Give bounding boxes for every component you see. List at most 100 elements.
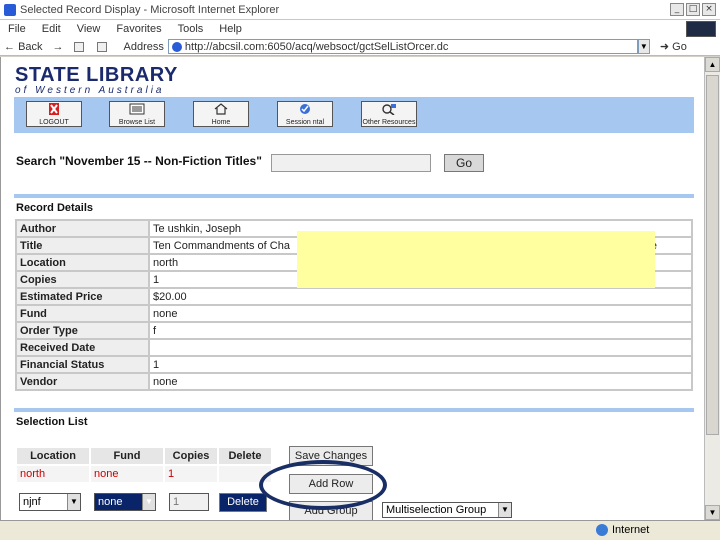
other-resources-label: Other Resources — [362, 119, 416, 126]
maximize-button[interactable]: □ — [686, 3, 700, 16]
logo-title-library: LIBRARY — [86, 64, 178, 86]
menu-view[interactable]: View — [77, 23, 101, 35]
scroll-down-icon[interactable]: ▼ — [705, 505, 720, 520]
col-fund: Fund — [89, 446, 165, 466]
security-zone: Internet — [596, 524, 649, 536]
close-button[interactable]: × — [702, 3, 716, 16]
row-location: north — [15, 464, 91, 484]
window-title: Selected Record Display - Microsoft Inte… — [20, 3, 280, 16]
table-row: Order Type f — [15, 321, 693, 340]
search-row: Search "November 15 -- Non-Fiction Title… — [16, 154, 262, 168]
table-row: Fund none — [15, 304, 693, 323]
scroll-thumb[interactable] — [706, 75, 719, 435]
table-row: Vendor none — [15, 372, 693, 391]
field-value: $20.00 — [148, 287, 693, 306]
logout-x-icon — [49, 103, 59, 115]
field-value — [148, 338, 693, 357]
browse-list-label: Browse List — [118, 119, 156, 126]
record-details-title: Record Details — [16, 202, 94, 214]
home-label: Home — [211, 119, 231, 126]
search-label: Search "November 15 -- Non-Fiction Title… — [16, 154, 262, 168]
refresh-button[interactable] — [96, 41, 110, 52]
location-select-value: njnf — [23, 496, 41, 508]
menu-edit[interactable]: Edit — [42, 23, 61, 35]
table-row: Received Date — [15, 338, 693, 357]
status-bar: Internet — [0, 520, 720, 540]
field-label: Fund — [15, 304, 150, 323]
forward-arrow-icon: → — [52, 40, 64, 53]
col-delete: Delete — [217, 446, 273, 466]
logo-title-state: STATE — [15, 64, 87, 86]
back-button[interactable]: ← Back — [4, 41, 43, 53]
field-label: Author — [15, 219, 150, 238]
field-label: Location — [15, 253, 150, 272]
chevron-down-icon: ▼ — [67, 494, 80, 510]
window-controls: _ □ × — [670, 3, 716, 16]
menu-favorites[interactable]: Favorites — [116, 23, 161, 35]
ie-logo-icon — [4, 3, 16, 16]
title-value: Ten Commandments of Cha — [153, 239, 290, 252]
field-value: none — [148, 372, 693, 391]
menu-help[interactable]: Help — [219, 23, 242, 35]
refresh-icon — [96, 41, 107, 52]
search-input[interactable] — [271, 154, 431, 172]
row-fund: none — [89, 464, 165, 484]
copies-input[interactable]: 1 — [169, 493, 209, 511]
delete-button[interactable]: Delete — [219, 493, 267, 512]
address-label: Address — [123, 40, 164, 53]
session-label: Session ntal — [285, 119, 325, 126]
windows-logo-icon — [686, 21, 716, 37]
selection-list-title: Selection List — [16, 416, 88, 428]
other-resources-button[interactable]: Other Resources — [361, 101, 417, 127]
home-icon — [214, 103, 228, 115]
address-url: http://abcsil.com:6050/acq/websoct/gctSe… — [184, 40, 449, 53]
page-content: STATE LIBRARY of Western Australia LOGOU… — [0, 57, 704, 520]
minimize-button[interactable]: _ — [670, 3, 684, 16]
logo-title: STATE LIBRARY — [15, 64, 178, 87]
field-label: Order Type — [15, 321, 150, 340]
stop-button[interactable] — [73, 41, 87, 52]
scroll-up-icon[interactable]: ▲ — [705, 57, 720, 72]
stop-icon — [73, 41, 84, 52]
state-library-logo: STATE LIBRARY of Western Australia — [15, 64, 178, 96]
session-button[interactable]: Session ntal — [277, 101, 333, 127]
table-row: north none 1 — [15, 464, 273, 484]
vertical-scrollbar[interactable]: ▲ ▼ — [704, 57, 720, 520]
field-label: Vendor — [15, 372, 150, 391]
table-row: Estimated Price $20.00 — [15, 287, 693, 306]
forward-button[interactable]: → — [53, 41, 64, 53]
location-select[interactable]: njnf ▼ — [19, 493, 81, 511]
logo-subtitle: of Western Australia — [15, 85, 165, 96]
menu-tools[interactable]: Tools — [178, 23, 204, 35]
field-label: Financial Status — [15, 355, 150, 374]
logout-button[interactable]: LOGOUT — [26, 101, 82, 127]
menu-file[interactable]: File — [8, 23, 26, 35]
globe-icon — [596, 524, 608, 536]
logout-label: LOGOUT — [39, 119, 69, 126]
address-bar[interactable]: http://abcsil.com:6050/acq/websoct/gctSe… — [167, 39, 638, 54]
go-arrow-icon: ➜ — [659, 41, 673, 53]
window-titlebar: Selected Record Display - Microsoft Inte… — [0, 0, 720, 20]
fund-select-value: none — [98, 496, 123, 508]
menu-bar: File Edit View Favorites Tools Help — [0, 20, 720, 38]
field-label: Title — [15, 236, 150, 255]
address-go-label: Go — [672, 41, 687, 53]
field-value: 1 — [148, 355, 693, 374]
home-button[interactable]: Home — [193, 101, 249, 127]
search-go-button[interactable]: Go — [444, 154, 484, 172]
browse-list-button[interactable]: Browse List — [109, 101, 165, 127]
divider — [14, 408, 694, 412]
group-select[interactable]: Multiselection Group ▼ — [382, 502, 512, 518]
col-copies: Copies — [163, 446, 219, 466]
back-label: Back — [18, 40, 43, 53]
field-value: none — [148, 304, 693, 323]
other-resources-icon — [382, 104, 396, 116]
address-dropdown[interactable]: ▼ — [637, 39, 650, 54]
page-icon — [171, 41, 182, 52]
field-label: Received Date — [15, 338, 150, 357]
table-row: Financial Status 1 — [15, 355, 693, 374]
address-go-button[interactable]: ➜ Go — [660, 40, 687, 53]
session-check-icon — [300, 104, 310, 114]
row-copies: 1 — [163, 464, 219, 484]
fund-select[interactable]: none ▼ — [94, 493, 156, 511]
